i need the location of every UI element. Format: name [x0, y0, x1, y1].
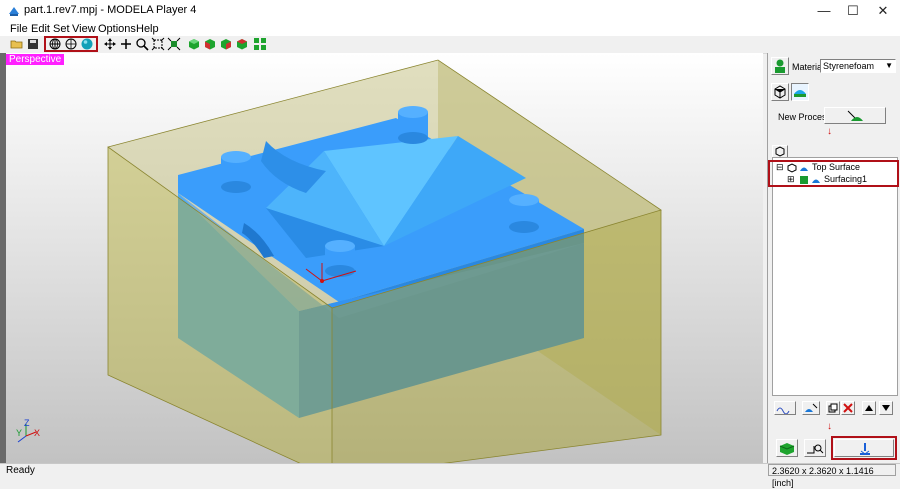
material-icon: [775, 59, 785, 73]
chevron-down-icon: ▼: [885, 61, 893, 70]
open-folder-icon[interactable]: [10, 37, 24, 51]
tree-highlight-box: [768, 160, 899, 187]
triangle-up-icon: [865, 405, 873, 411]
down-arrow-icon: ↓: [827, 126, 832, 137]
menu-help[interactable]: Help: [136, 22, 159, 36]
3d-viewport[interactable]: [6, 53, 763, 463]
delete-icon: [843, 403, 853, 413]
preview-cutting-button[interactable]: [776, 439, 798, 457]
pan-icon[interactable]: [103, 37, 117, 51]
save-icon[interactable]: [26, 37, 40, 51]
zoom-window-icon[interactable]: [151, 37, 165, 51]
modeling-form-icon: [794, 90, 806, 97]
front-view-icon[interactable]: [219, 37, 233, 51]
modeling-form-button[interactable]: [791, 83, 809, 101]
material-select-value: Styrenefoam: [823, 61, 875, 71]
stock-setup-button[interactable]: [771, 83, 789, 101]
down-arrow-icon: ↓: [827, 421, 832, 432]
toolpath-wave-icon: [776, 407, 790, 415]
close-button[interactable]: ✕: [868, 0, 898, 22]
window-title: part.1.rev7.mpj - MODELA Player 4: [24, 4, 197, 16]
iso-view-icon[interactable]: [187, 37, 201, 51]
edit-process-icon: [805, 403, 818, 412]
pin-top-left: [221, 151, 251, 193]
process-tree: ⊟ Top Surface ⊞ Surfacing1: [772, 157, 898, 396]
tree-tab-icon: [775, 146, 785, 157]
process-panel: Material Styrenefoam ▼ New Process ↓ ⊟ T…: [767, 53, 900, 463]
menu-view[interactable]: View: [72, 22, 96, 36]
multi-view-icon[interactable]: [253, 37, 267, 51]
triangle-down-icon: [882, 405, 890, 411]
minimize-button[interactable]: —: [809, 0, 839, 22]
top-view-icon[interactable]: [203, 37, 217, 51]
status-dimensions: 2.3620 x 2.3620 x 1.1416 [inch]: [768, 464, 896, 488]
menu-set[interactable]: Set: [53, 22, 70, 36]
process-settings-button[interactable]: [774, 401, 796, 415]
menu-options[interactable]: Options: [98, 22, 136, 36]
copy-button[interactable]: [826, 401, 840, 415]
new-process-button[interactable]: [824, 107, 886, 124]
material-button[interactable]: [771, 57, 789, 75]
new-process-icon: [847, 110, 863, 121]
pin-front: [325, 240, 355, 277]
menu-edit[interactable]: Edit: [31, 22, 50, 36]
fit-view-icon[interactable]: [167, 37, 181, 51]
menu-bar: File Edit Set View Options Help: [0, 22, 900, 36]
axis-x-label: X: [34, 428, 41, 438]
zoom-preview-icon: [807, 444, 824, 454]
move-down-button[interactable]: [879, 401, 893, 415]
axis-y-label: Y: [16, 428, 23, 438]
move-up-button[interactable]: [862, 401, 876, 415]
model-scene: [107, 59, 662, 463]
tree-tab[interactable]: [772, 145, 788, 157]
perspective-label: Perspective: [6, 54, 65, 65]
zoom-preview-button[interactable]: [804, 439, 826, 457]
title-bar: part.1.rev7.mpj - MODELA Player 4 — ☐ ✕: [0, 0, 900, 22]
status-bar: Ready 2.3620 x 2.3620 x 1.1416 [inch]: [0, 463, 900, 488]
delete-button[interactable]: [841, 401, 855, 415]
pin-right: [509, 194, 539, 233]
copy-icon: [828, 403, 838, 413]
axis-z-label: Z: [24, 418, 30, 428]
zoom-icon[interactable]: [135, 37, 149, 51]
preview-box-icon: [779, 443, 795, 455]
cut-highlight-box: [831, 436, 897, 460]
toolbar: [0, 36, 900, 54]
pin-top-right: [398, 106, 428, 144]
edit-process-button[interactable]: [802, 401, 820, 415]
side-view-icon[interactable]: [235, 37, 249, 51]
stock-box-icon: [774, 85, 786, 99]
toolbar-highlight-box: [44, 36, 98, 52]
status-text: Ready: [6, 465, 35, 476]
menu-file[interactable]: File: [10, 22, 28, 36]
material-select[interactable]: Styrenefoam ▼: [820, 59, 896, 73]
app-icon: [9, 7, 19, 16]
move-icon[interactable]: [119, 37, 133, 51]
maximize-button[interactable]: ☐: [838, 0, 868, 22]
